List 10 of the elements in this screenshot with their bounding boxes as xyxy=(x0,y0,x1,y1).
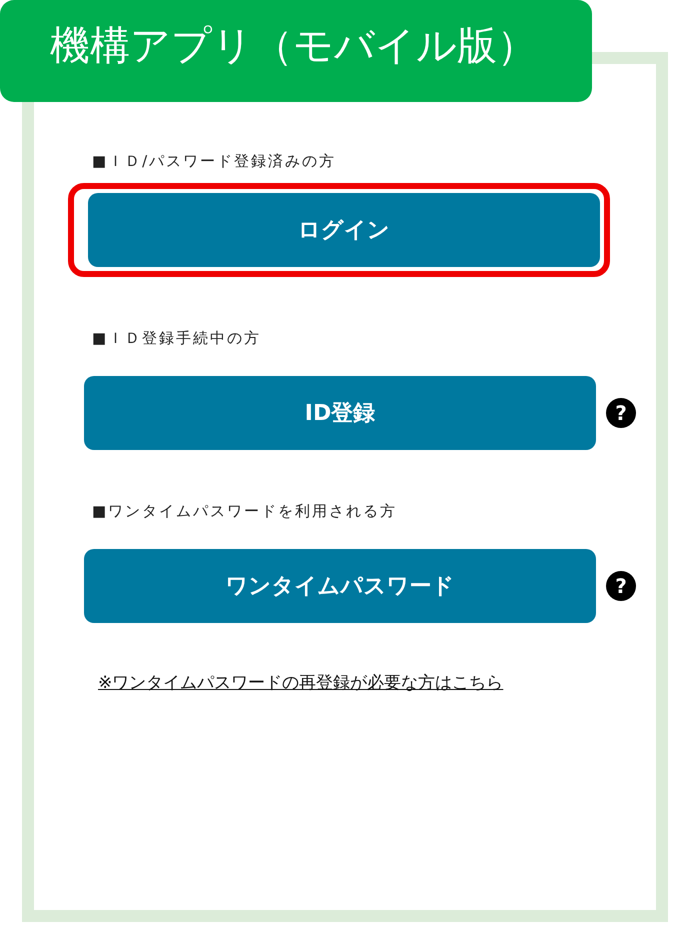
section-heading: ■ワンタイムパスワードを利用される方 xyxy=(91,502,398,521)
re-register-link[interactable]: ※ワンタイムパスワードの再登録が必要な方はこちら xyxy=(84,671,504,694)
section-heading: ■ＩＤ登録手続中の方 xyxy=(91,329,262,348)
help-button[interactable]: ? xyxy=(606,571,636,601)
action-button[interactable]: ワンタイムパスワード xyxy=(84,549,596,623)
help-button[interactable]: ? xyxy=(606,398,636,428)
app-title: 機構アプリ（モバイル版） xyxy=(0,0,592,102)
section-heading: ■ＩＤ/パスワード登録済みの方 xyxy=(91,152,338,171)
action-button[interactable]: ID登録 xyxy=(84,376,596,450)
action-button[interactable]: ログイン xyxy=(88,193,600,267)
